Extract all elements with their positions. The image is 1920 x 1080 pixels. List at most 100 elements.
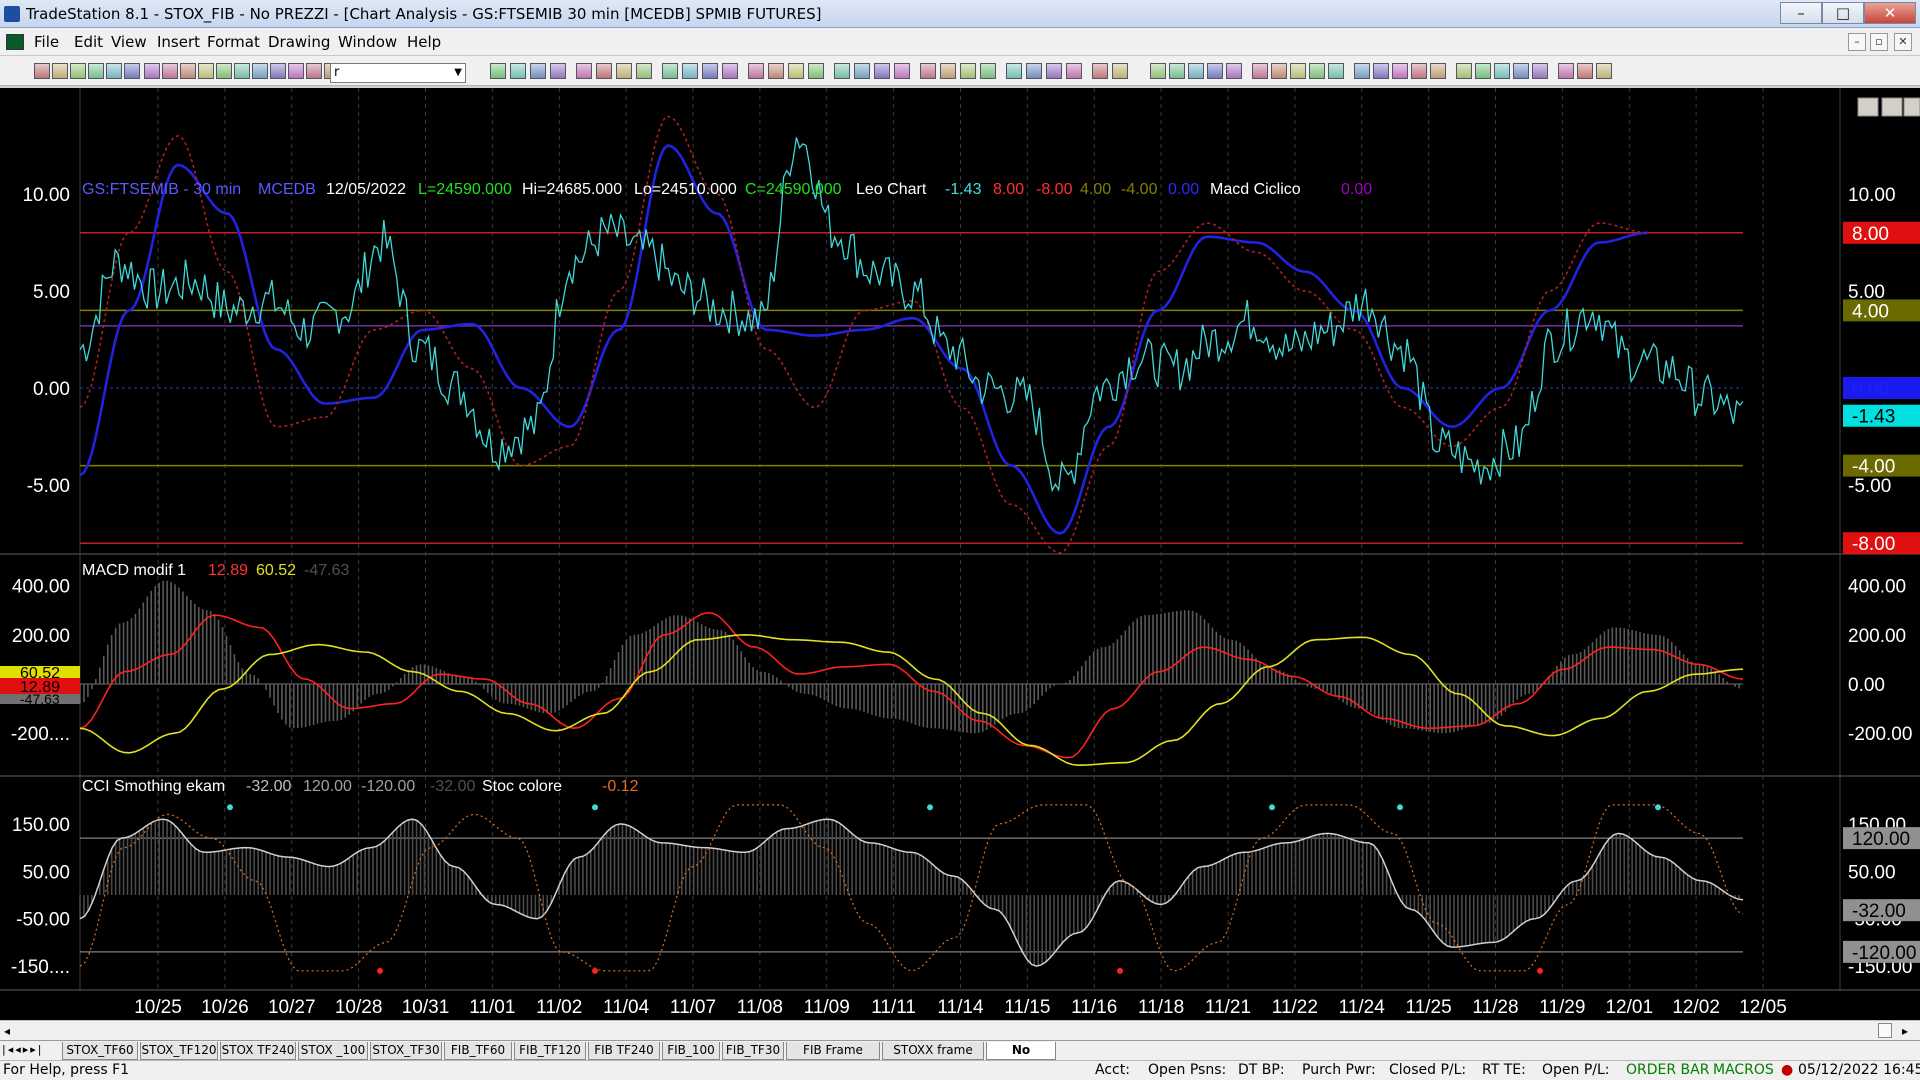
tool-28-icon[interactable]: [702, 63, 718, 79]
tool-44-icon[interactable]: [1046, 63, 1062, 79]
tab-nav-arrows-icon[interactable]: |◂◂▸▸|: [2, 1043, 44, 1056]
tool-51-icon[interactable]: [1207, 63, 1223, 79]
tool-21-icon[interactable]: [550, 63, 566, 79]
tool-50-icon[interactable]: [1188, 63, 1204, 79]
tool-10-icon[interactable]: [216, 63, 232, 79]
tab-stox-100[interactable]: STOX _100: [298, 1042, 368, 1060]
tab-fib-tf120[interactable]: FIB_TF120: [514, 1042, 586, 1060]
tool-15-icon[interactable]: [306, 63, 322, 79]
tool-43-icon[interactable]: [1026, 63, 1042, 79]
tab-stox-tf120[interactable]: STOX_TF120: [140, 1042, 218, 1060]
chart-canvas[interactable]: 10/25 10/26 10/27 10/28 10/31 11/01 11/02 11/04…: [0, 88, 1920, 1020]
close-button[interactable]: ✕: [1864, 2, 1916, 24]
menu-format[interactable]: Format: [207, 33, 260, 51]
menu-window[interactable]: Window: [338, 33, 397, 51]
tool-36-icon[interactable]: [874, 63, 890, 79]
menu-help[interactable]: Help: [407, 33, 441, 51]
chart-analysis-window[interactable]: 10/25 10/26 10/27 10/28 10/31 11/01 11/02 11/04…: [0, 88, 1920, 1020]
tool-67-icon[interactable]: [1532, 63, 1548, 79]
tool-12-icon[interactable]: [252, 63, 268, 79]
tool-24-icon[interactable]: [616, 63, 632, 79]
chevron-down-icon[interactable]: ▼: [454, 64, 462, 82]
paste-icon[interactable]: [106, 63, 122, 79]
tool-33-icon[interactable]: [808, 63, 824, 79]
mdi-close-button[interactable]: ✕: [1894, 33, 1912, 51]
horizontal-scrollbar[interactable]: ◂ ▸: [0, 1020, 1920, 1040]
tool-45-icon[interactable]: [1066, 63, 1082, 79]
tool-49-icon[interactable]: [1169, 63, 1185, 79]
tab-fib-tf240[interactable]: FIB TF240: [588, 1042, 660, 1060]
tool-13-icon[interactable]: [270, 63, 286, 79]
tool-66-icon[interactable]: [1513, 63, 1529, 79]
tool-41-icon[interactable]: [980, 63, 996, 79]
tool-39-icon[interactable]: [940, 63, 956, 79]
open-icon[interactable]: [52, 63, 68, 79]
tool-26-icon[interactable]: [662, 63, 678, 79]
tool-54-icon[interactable]: [1271, 63, 1287, 79]
menu-edit[interactable]: Edit: [74, 33, 103, 51]
tool-35-icon[interactable]: [854, 63, 870, 79]
chart-window-icon[interactable]: [6, 34, 24, 50]
menu-view[interactable]: View: [111, 33, 147, 51]
scroll-right-arrow-icon[interactable]: ▸: [1902, 1024, 1908, 1038]
tool-62-icon[interactable]: [1430, 63, 1446, 79]
menu-file[interactable]: File: [34, 33, 59, 51]
minimize-button[interactable]: –: [1780, 2, 1822, 24]
tool-22-icon[interactable]: [576, 63, 592, 79]
tool-69-icon[interactable]: [1577, 63, 1593, 79]
tab-fib-tf60[interactable]: FIB_TF60: [444, 1042, 512, 1060]
tool-59-icon[interactable]: [1373, 63, 1389, 79]
tool-57-icon[interactable]: [1328, 63, 1344, 79]
mdi-minimize-button[interactable]: –: [1848, 33, 1866, 51]
tool-38-icon[interactable]: [920, 63, 936, 79]
mdi-restore-button[interactable]: ▫: [1870, 33, 1888, 51]
tool-32-icon[interactable]: [788, 63, 804, 79]
maximize-button[interactable]: □: [1822, 2, 1864, 24]
save-icon[interactable]: [70, 63, 86, 79]
tool-23-icon[interactable]: [596, 63, 612, 79]
tool-30-icon[interactable]: [748, 63, 764, 79]
symbol-input[interactable]: r ▼: [330, 63, 466, 83]
tool-29-icon[interactable]: [722, 63, 738, 79]
tool-31-icon[interactable]: [768, 63, 784, 79]
tool-14-icon[interactable]: [288, 63, 304, 79]
tool-58-icon[interactable]: [1354, 63, 1370, 79]
tool-47-icon[interactable]: [1112, 63, 1128, 79]
tool-20-icon[interactable]: [530, 63, 546, 79]
tool-42-icon[interactable]: [1006, 63, 1022, 79]
tool-18-icon[interactable]: [490, 63, 506, 79]
tab-stox-tf60[interactable]: STOX_TF60: [62, 1042, 138, 1060]
status-macros[interactable]: MACROS: [1713, 1062, 1774, 1078]
tool-68-icon[interactable]: [1558, 63, 1574, 79]
tool-70-icon[interactable]: [1596, 63, 1612, 79]
tab-stox-tf30[interactable]: STOX_TF30: [370, 1042, 442, 1060]
tool-9-icon[interactable]: [198, 63, 214, 79]
tab-fib-100[interactable]: FIB_100: [662, 1042, 720, 1060]
scroll-thumb[interactable]: [1878, 1023, 1892, 1038]
tool-55-icon[interactable]: [1290, 63, 1306, 79]
tool-46-icon[interactable]: [1092, 63, 1108, 79]
tool-63-icon[interactable]: [1456, 63, 1472, 79]
tab-stoxx-frame-bassi[interactable]: STOXX frame bassi: [882, 1042, 984, 1074]
menu-insert[interactable]: Insert: [157, 33, 200, 51]
tool-40-icon[interactable]: [960, 63, 976, 79]
tool-7-icon[interactable]: [162, 63, 178, 79]
tool-37-icon[interactable]: [894, 63, 910, 79]
tool-61-icon[interactable]: [1411, 63, 1427, 79]
tool-52-icon[interactable]: [1226, 63, 1242, 79]
print-icon[interactable]: [124, 63, 140, 79]
new-icon[interactable]: [34, 63, 50, 79]
tool-56-icon[interactable]: [1309, 63, 1325, 79]
scroll-left-arrow-icon[interactable]: ◂: [4, 1024, 10, 1038]
tool-8-icon[interactable]: [180, 63, 196, 79]
menu-drawing[interactable]: Drawing: [268, 33, 330, 51]
copy-icon[interactable]: [88, 63, 104, 79]
tab-fib-frame-bassi[interactable]: FIB Frame bassi: [786, 1042, 880, 1074]
toolbar-icon[interactable]: [144, 63, 160, 79]
tab-fib-tf30[interactable]: FIB_TF30: [722, 1042, 784, 1060]
tab-stox-tf240[interactable]: STOX TF240: [220, 1042, 296, 1060]
tool-34-icon[interactable]: [834, 63, 850, 79]
tool-11-icon[interactable]: [234, 63, 250, 79]
tool-64-icon[interactable]: [1475, 63, 1491, 79]
tool-25-icon[interactable]: [636, 63, 652, 79]
